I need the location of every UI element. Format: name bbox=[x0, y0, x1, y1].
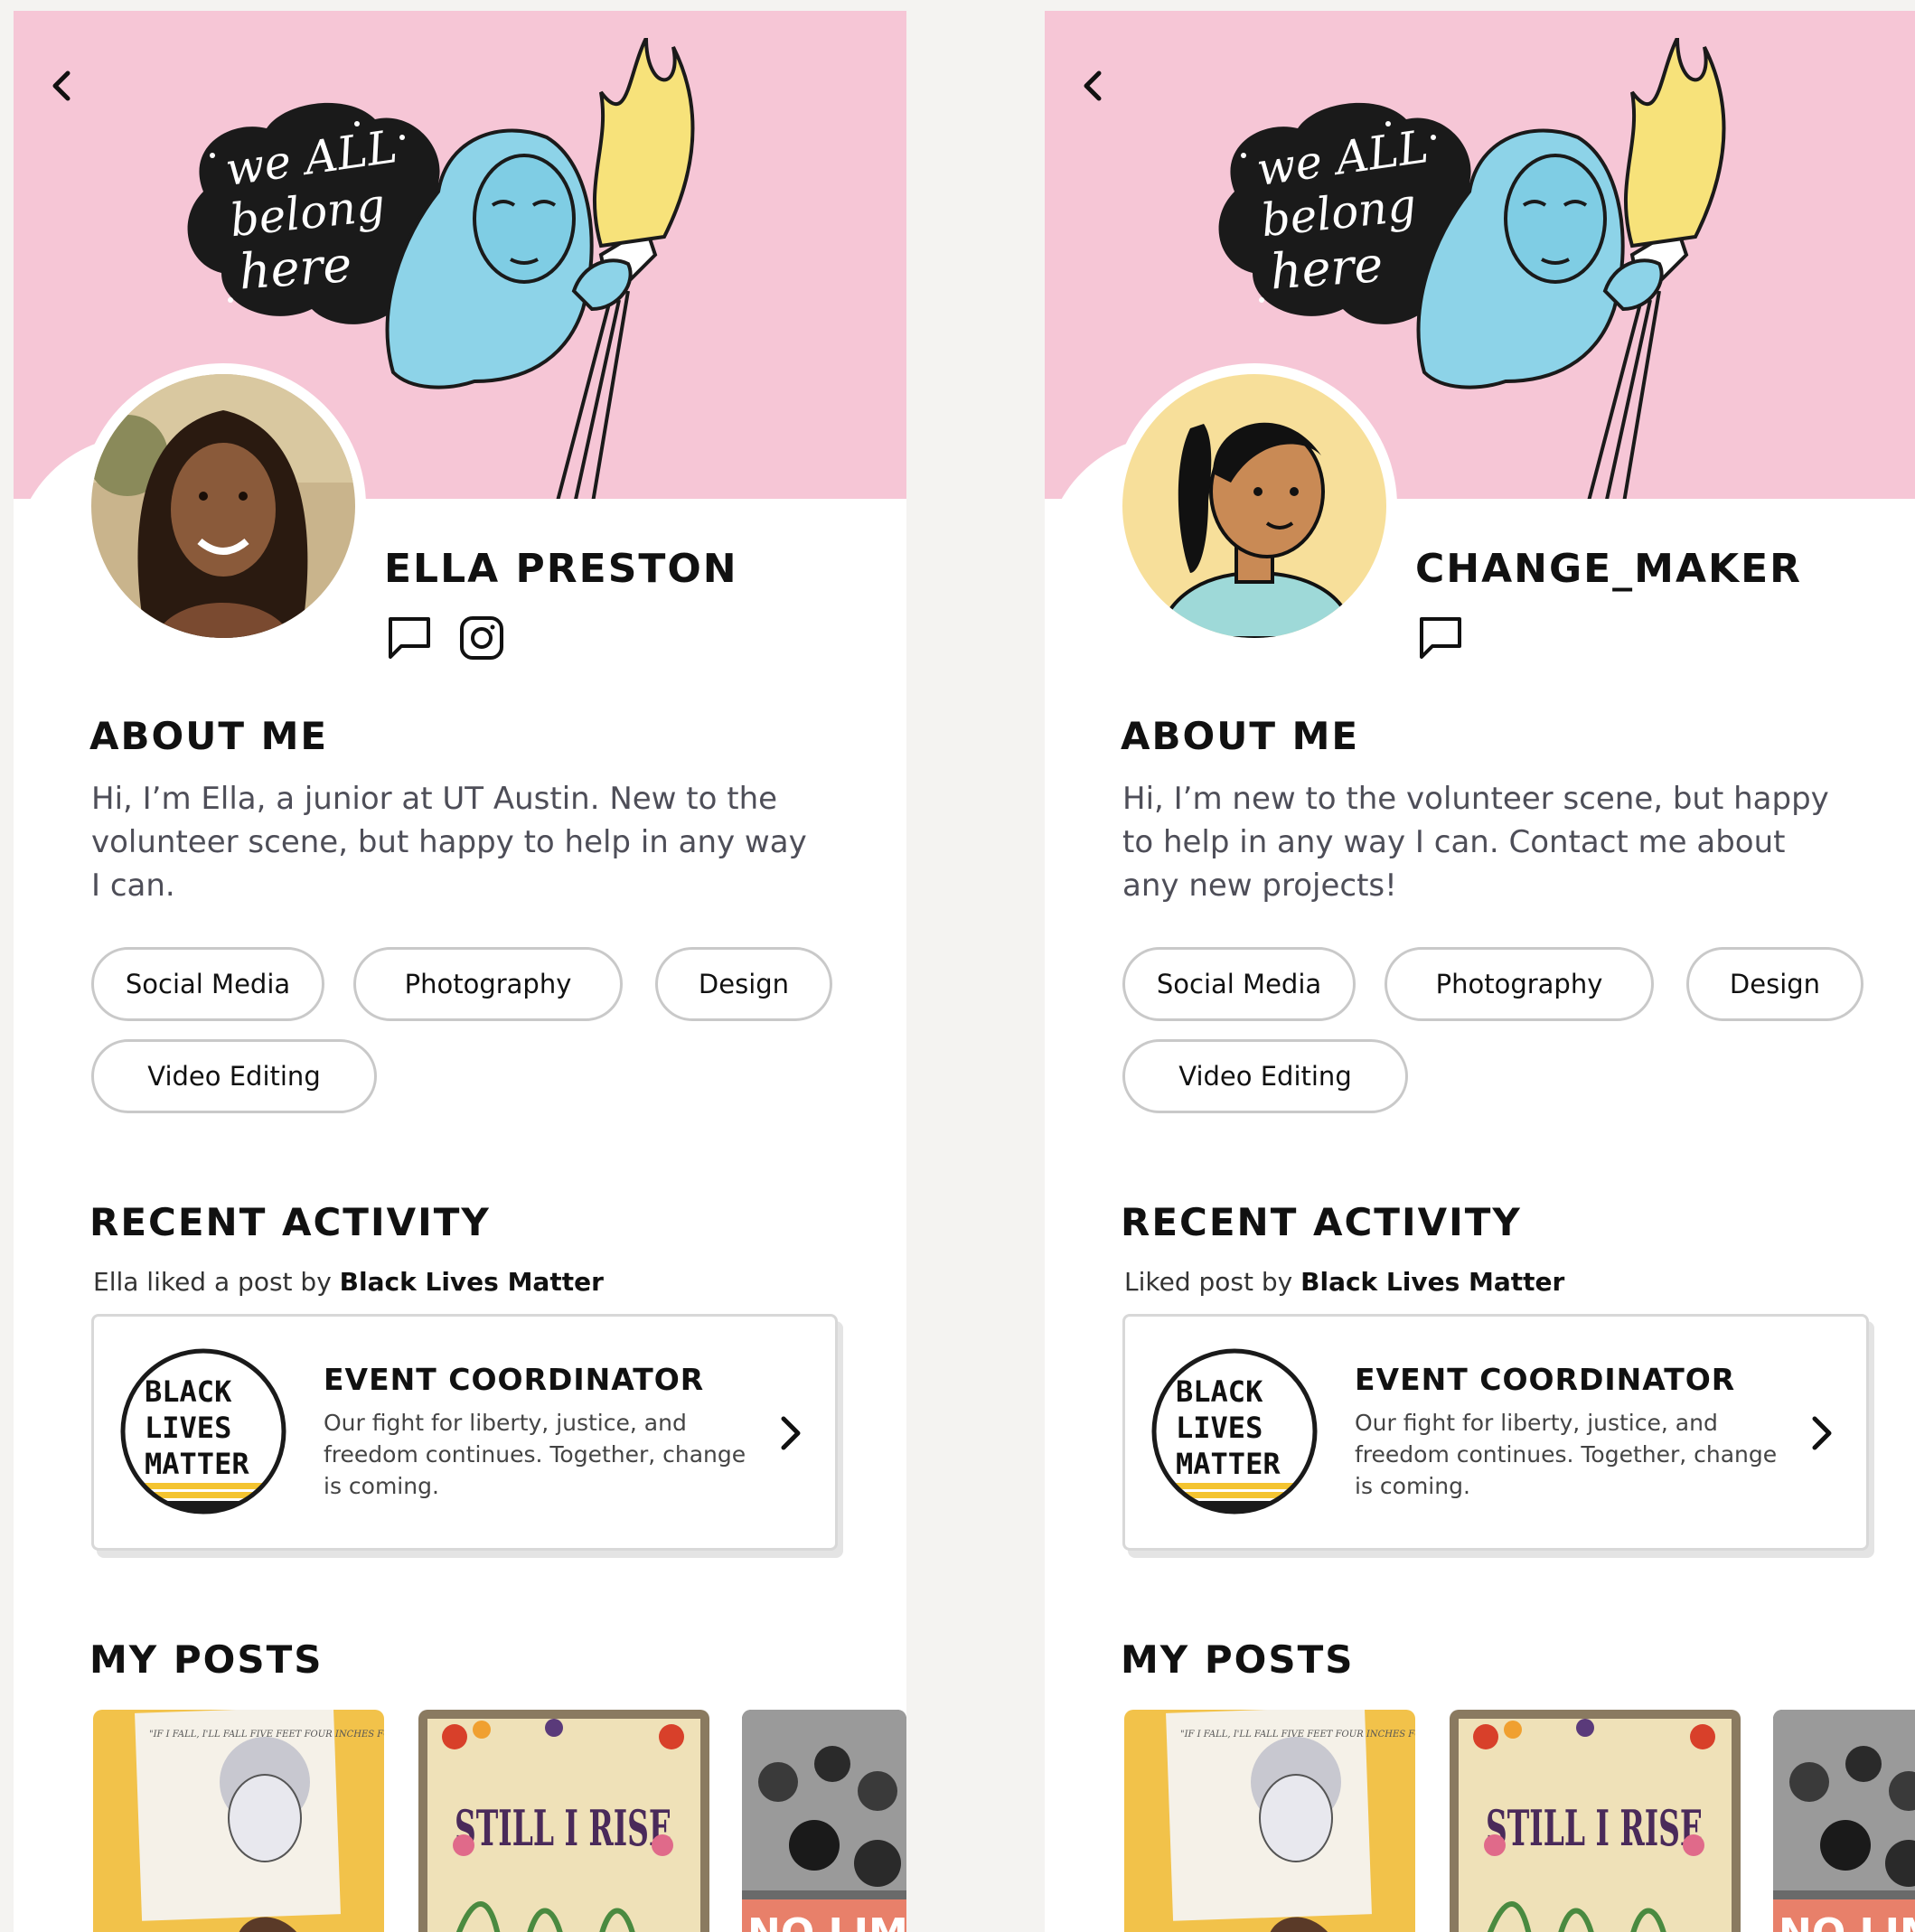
post-image-fannie-lou: "IF I FALL, I'LL FALL FIVE FEET FOUR INC… bbox=[1124, 1710, 1415, 1932]
post-image-still-i-rise: STILL I RISE bbox=[418, 1710, 709, 1932]
back-button[interactable] bbox=[39, 63, 84, 108]
card-open-button[interactable] bbox=[770, 1411, 812, 1456]
svg-text:LIVES: LIVES bbox=[1176, 1411, 1263, 1445]
post-image-still-i-rise: STILL I RISE bbox=[1450, 1710, 1741, 1932]
post-thumbnail[interactable]: NO LIMIT bbox=[742, 1710, 906, 1932]
skill-chip[interactable]: Design bbox=[655, 947, 832, 1021]
svg-text:MATTER: MATTER bbox=[145, 1447, 249, 1481]
my-posts-heading: MY POSTS bbox=[1121, 1637, 1355, 1682]
post-thumbnail[interactable]: NO LIMIT bbox=[1773, 1710, 1915, 1932]
about-text: Hi, I’m new to the volunteer scene, but … bbox=[1122, 781, 1829, 904]
svg-text:LIVES: LIVES bbox=[145, 1411, 231, 1445]
message-button[interactable] bbox=[382, 611, 437, 665]
skill-chip[interactable]: Video Editing bbox=[1122, 1039, 1408, 1113]
profile-username: ELLA PRESTON bbox=[384, 546, 738, 592]
chevron-right-icon bbox=[781, 1416, 801, 1450]
svg-text:BLACK: BLACK bbox=[145, 1374, 232, 1409]
card-description: Our fight for liberty, justice, and free… bbox=[1355, 1410, 1778, 1499]
post-thumbnail[interactable]: "IF I FALL, I'LL FALL FIVE FEET FOUR INC… bbox=[1124, 1710, 1415, 1932]
svg-text:NO LIMIT: NO LIMIT bbox=[1779, 1910, 1915, 1932]
card-description: Our fight for liberty, justice, and free… bbox=[324, 1410, 746, 1499]
instagram-icon bbox=[460, 616, 503, 660]
skill-chip[interactable]: Social Media bbox=[1122, 947, 1356, 1021]
about-heading: ABOUT ME bbox=[89, 714, 329, 758]
instagram-button[interactable] bbox=[455, 611, 509, 665]
activity-prefix: Liked post by bbox=[1124, 1267, 1293, 1297]
message-button[interactable] bbox=[1413, 611, 1468, 665]
my-posts-heading: MY POSTS bbox=[89, 1637, 324, 1682]
post-image-no-limit: NO LIMIT bbox=[1773, 1710, 1915, 1932]
recent-activity-heading: RECENT ACTIVITY bbox=[1121, 1200, 1522, 1244]
activity-description: Ella liked a post by Black Lives Matter bbox=[93, 1267, 604, 1297]
svg-text:STILL I RISE: STILL I RISE bbox=[455, 1799, 671, 1857]
svg-text:STILL I RISE: STILL I RISE bbox=[1486, 1799, 1703, 1857]
avatar-illustration[interactable] bbox=[1122, 374, 1386, 638]
profile-screen-change-maker: we ALL belong here CHANGE_MAKER ABOUT ME… bbox=[1045, 11, 1915, 1932]
activity-org-link[interactable]: Black Lives Matter bbox=[340, 1267, 604, 1297]
activity-org-link[interactable]: Black Lives Matter bbox=[1300, 1267, 1564, 1297]
post-thumbnail[interactable]: "IF I FALL, I'LL FALL FIVE FEET FOUR INC… bbox=[93, 1710, 384, 1932]
card-title: EVENT COORDINATOR bbox=[324, 1362, 705, 1397]
activity-prefix: Ella liked a post by bbox=[93, 1267, 332, 1297]
skill-chip[interactable]: Social Media bbox=[91, 947, 324, 1021]
blm-logo: BLACK LIVES MATTER bbox=[120, 1348, 286, 1515]
skill-chip[interactable]: Video Editing bbox=[91, 1039, 377, 1113]
avatar-portrait bbox=[91, 374, 355, 638]
recent-activity-heading: RECENT ACTIVITY bbox=[89, 1200, 491, 1244]
svg-text:here: here bbox=[1269, 236, 1385, 301]
activity-description: Liked post by Black Lives Matter bbox=[1124, 1267, 1564, 1297]
card-title: EVENT COORDINATOR bbox=[1355, 1362, 1736, 1397]
activity-card[interactable]: BLACK LIVES MATTER EVENT COORDINATOR Our… bbox=[91, 1314, 838, 1551]
post-image-no-limit: NO LIMIT bbox=[742, 1710, 906, 1932]
skill-chip[interactable]: Photography bbox=[353, 947, 623, 1021]
message-icon bbox=[1420, 617, 1461, 659]
skill-chip[interactable]: Design bbox=[1686, 947, 1863, 1021]
svg-text:here: here bbox=[238, 236, 354, 301]
back-button[interactable] bbox=[1070, 63, 1115, 108]
post-thumbnail[interactable]: STILL I RISE bbox=[1450, 1710, 1741, 1932]
avatar-photo[interactable] bbox=[91, 374, 355, 638]
card-open-button[interactable] bbox=[1801, 1411, 1843, 1456]
post-thumbnail[interactable]: STILL I RISE bbox=[418, 1710, 709, 1932]
chevron-left-icon bbox=[52, 70, 70, 101]
avatar-cartoon bbox=[1122, 374, 1386, 638]
profile-username: CHANGE_MAKER bbox=[1415, 546, 1803, 592]
message-icon bbox=[389, 617, 430, 659]
activity-card[interactable]: BLACK LIVES MATTER EVENT COORDINATOR Our… bbox=[1122, 1314, 1869, 1551]
skill-chip[interactable]: Photography bbox=[1385, 947, 1654, 1021]
svg-text:NO LIMIT: NO LIMIT bbox=[747, 1910, 906, 1932]
post-image-fannie-lou: "IF I FALL, I'LL FALL FIVE FEET FOUR INC… bbox=[93, 1710, 384, 1932]
chevron-left-icon bbox=[1084, 70, 1102, 101]
blm-logo: BLACK LIVES MATTER bbox=[1151, 1348, 1318, 1515]
about-text: Hi, I’m Ella, a junior at UT Austin. New… bbox=[91, 781, 807, 904]
profile-screen-ella: we ALL belong here ELLA PRESTON ABOUT ME… bbox=[14, 11, 906, 1932]
chevron-right-icon bbox=[1812, 1416, 1832, 1450]
svg-text:MATTER: MATTER bbox=[1176, 1447, 1281, 1481]
about-heading: ABOUT ME bbox=[1121, 714, 1360, 758]
svg-text:BLACK: BLACK bbox=[1176, 1374, 1263, 1409]
